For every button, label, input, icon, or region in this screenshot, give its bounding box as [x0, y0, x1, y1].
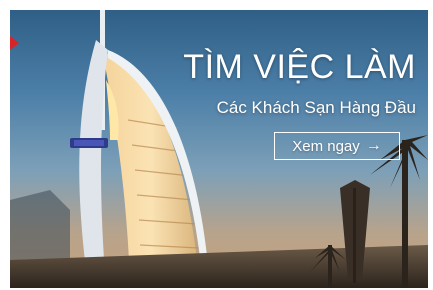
- view-now-label: Xem ngay: [292, 137, 360, 155]
- banner-subtitle: Các Khách Sạn Hàng Đầu: [216, 98, 416, 117]
- hotel-jobs-banner[interactable]: TÌM VIỆC LÀM Các Khách Sạn Hàng Đầu Xem …: [10, 10, 428, 288]
- view-now-button[interactable]: Xem ngay →: [274, 132, 400, 160]
- red-corner-marker: [10, 36, 19, 50]
- arrow-right-icon: →: [365, 137, 382, 154]
- banner-title: TÌM VIỆC LÀM: [183, 48, 416, 86]
